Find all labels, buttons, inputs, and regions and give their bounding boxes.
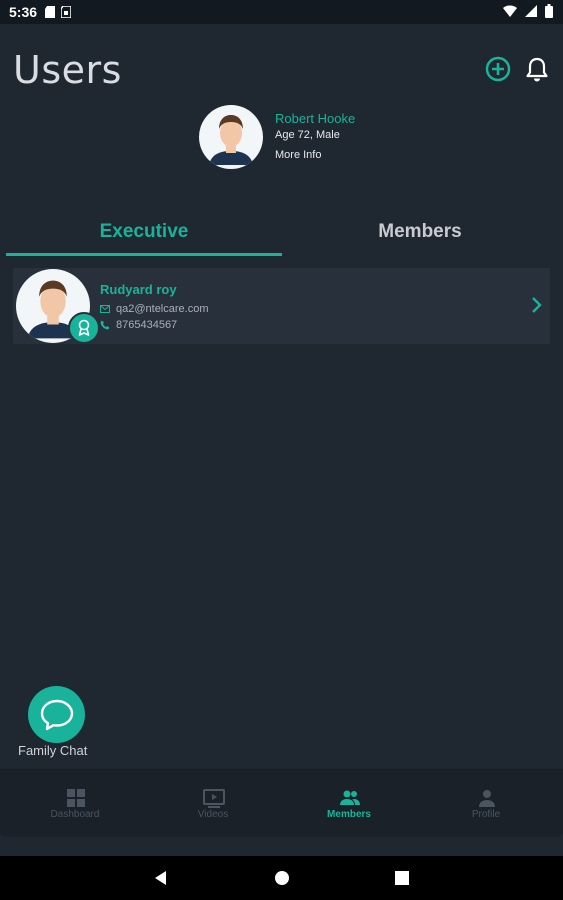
nav-label-profile: Profile — [471, 809, 501, 820]
nav-label-videos: Videos — [197, 809, 229, 820]
dashboard-icon — [67, 789, 85, 807]
group-icon — [340, 790, 360, 805]
nav-label-dashboard: Dashboard — [50, 809, 100, 820]
sd-card-icon — [45, 6, 56, 18]
current-user-details: Age 72, Male — [275, 129, 340, 141]
tab-indicator — [6, 253, 282, 256]
mail-icon — [100, 305, 110, 313]
current-user-profile[interactable]: Robert Hooke Age 72, Male More Info — [199, 103, 399, 175]
video-icon — [203, 789, 225, 808]
list-item[interactable]: Rudyard roy qa2@ntelcare.com 8765434567 — [13, 268, 550, 344]
add-circle-icon[interactable] — [484, 55, 512, 83]
status-bar: 5:36 — [0, 0, 563, 24]
bottom-navigation: Dashboard Videos Members Profile — [0, 769, 563, 837]
page-title: Users — [13, 48, 122, 92]
chevron-right-icon[interactable] — [530, 296, 544, 314]
nav-item-profile[interactable]: Profile — [421, 770, 551, 837]
award-icon — [68, 312, 100, 344]
recents-icon[interactable] — [393, 869, 411, 887]
signal-icon — [525, 5, 537, 17]
family-chat-label: Family Chat — [18, 743, 88, 758]
tab-bar: Executive Members — [6, 212, 556, 257]
wifi-icon — [503, 5, 517, 17]
member-phone-row: 8765434567 — [100, 319, 177, 331]
tab-executive[interactable]: Executive — [6, 212, 282, 254]
member-name: Rudyard roy — [100, 282, 177, 297]
sim-icon — [61, 6, 72, 18]
family-chat-button[interactable] — [28, 686, 85, 743]
more-info-link[interactable]: More Info — [275, 149, 321, 161]
home-icon[interactable] — [273, 869, 291, 887]
nav-item-videos[interactable]: Videos — [148, 770, 278, 837]
member-email-row: qa2@ntelcare.com — [100, 303, 209, 315]
battery-icon — [545, 4, 553, 18]
nav-label-members: Members — [327, 809, 371, 820]
nav-item-dashboard[interactable]: Dashboard — [10, 770, 140, 837]
system-navigation-bar — [0, 856, 563, 900]
status-time: 5:36 — [9, 4, 38, 20]
member-email: qa2@ntelcare.com — [116, 303, 209, 315]
avatar — [199, 105, 263, 169]
current-user-name: Robert Hooke — [275, 111, 356, 126]
bell-icon[interactable] — [523, 55, 551, 83]
back-icon[interactable] — [153, 869, 169, 887]
phone-icon — [100, 320, 110, 330]
chat-bubble-icon — [40, 699, 73, 730]
member-phone: 8765434567 — [116, 319, 178, 331]
nav-item-members[interactable]: Members — [284, 770, 414, 837]
tab-members[interactable]: Members — [282, 212, 558, 254]
family-chat-fab[interactable]: Family Chat — [18, 686, 98, 766]
person-icon — [479, 790, 495, 807]
